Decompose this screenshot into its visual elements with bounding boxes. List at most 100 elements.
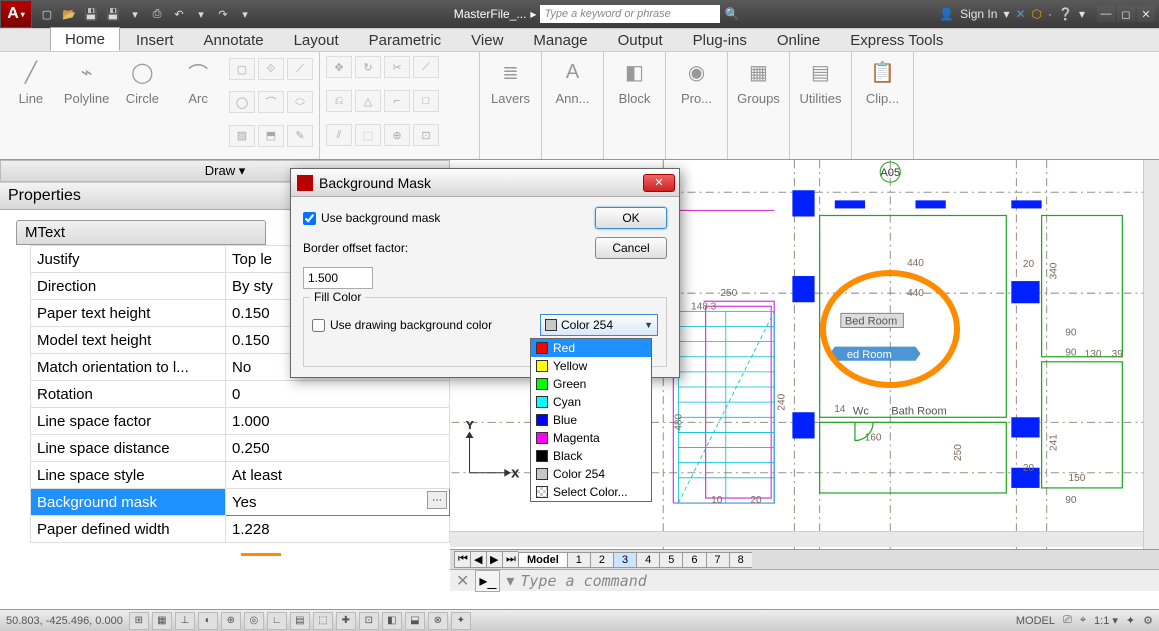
layout-first[interactable]: ⏮ [454,551,470,568]
status-scale[interactable]: 1:1 ▾ [1094,614,1118,627]
layers-button[interactable]: ≣Lavers [486,56,535,155]
sep: ▾ [126,5,144,23]
layout-tab-7[interactable]: 7 [706,552,729,568]
maximize-button[interactable]: ◻ [1117,6,1135,22]
tab-output[interactable]: Output [604,29,677,51]
close-cmd-icon[interactable]: ✕ [456,571,469,591]
color-option[interactable]: Green [531,375,651,393]
use-drawing-bg-checkbox[interactable] [312,319,325,332]
properties-panel-button[interactable]: ◉Pro... [672,56,721,155]
status-target-icon[interactable]: ⌖ [1080,614,1086,627]
color-option[interactable]: Black [531,447,651,465]
status-grid-icon[interactable]: ⎚ [1063,614,1072,627]
color-option[interactable]: Yellow [531,357,651,375]
search-icon[interactable]: 🔍 [724,7,739,21]
use-background-mask-checkbox[interactable] [303,212,316,225]
color-option[interactable]: Color 254 [531,465,651,483]
layout-next[interactable]: ▶ [486,551,502,568]
color-option[interactable]: Select Color... [531,483,651,501]
app-menu-button[interactable]: A [0,0,32,28]
fill-color-combo[interactable]: Color 254 ▼ [540,314,658,336]
color-option[interactable]: Magenta [531,429,651,447]
layout-tab-3[interactable]: 3 [613,552,636,568]
color-option[interactable]: Cyan [531,393,651,411]
color-option[interactable]: Red [531,339,651,357]
help-search-input[interactable]: Type a keyword or phrase [540,5,720,23]
svg-text:20: 20 [750,495,762,506]
tab-view[interactable]: View [457,29,517,51]
property-row[interactable]: Line space distance0.250 [31,435,450,462]
layout-tab-1[interactable]: 1 [567,552,590,568]
status-anno-icon[interactable]: ✦ [1126,614,1135,627]
polyline-button[interactable]: ⌁Polyline [62,56,112,155]
cmd-prompt-icon[interactable]: ▸_ [475,570,500,592]
utilities-button[interactable]: ▤Utilities [796,56,845,155]
tab-parametric[interactable]: Parametric [355,29,456,51]
layout-prev[interactable]: ◀ [470,551,486,568]
save-icon[interactable]: 💾 [82,5,100,23]
color-option[interactable]: Blue [531,411,651,429]
redo-drop[interactable]: ▾ [236,5,254,23]
exchange-icon[interactable]: ✕ [1015,7,1025,21]
property-row[interactable]: Background maskYes⋯ [31,489,450,516]
new-icon[interactable]: ▢ [38,5,56,23]
annotation-button[interactable]: AAnn... [548,56,597,155]
title-arrow-icon[interactable]: ▸ [530,7,536,21]
layout-tab-2[interactable]: 2 [590,552,613,568]
tab-manage[interactable]: Manage [519,29,601,51]
saveas-icon[interactable]: 💾 [104,5,122,23]
line-button[interactable]: ╱Line [6,56,56,155]
layout-tab-4[interactable]: 4 [636,552,659,568]
plot-icon[interactable]: ⎙ [148,5,166,23]
property-row[interactable]: Rotation0 [31,381,450,408]
close-button[interactable]: ✕ [1137,6,1155,22]
scrollbar-vertical[interactable] [1143,160,1159,549]
object-type-selector[interactable]: MText [16,220,266,245]
cmd-drop-icon[interactable]: ▾ [506,571,514,591]
ok-button[interactable]: OK [595,207,667,229]
user-icon[interactable]: 👤 [939,7,954,21]
status-settings-icon[interactable]: ⚙ [1143,614,1153,627]
scrollbar-horizontal[interactable] [450,531,1143,547]
autodesk360-icon[interactable]: ⬡ [1032,7,1042,21]
minimize-button[interactable]: — [1097,6,1115,22]
cancel-button[interactable]: Cancel [595,237,667,259]
layout-tab-5[interactable]: 5 [659,552,682,568]
tab-plugins[interactable]: Plug-ins [679,29,761,51]
command-input[interactable]: Type a command [520,572,1159,590]
signin-drop[interactable]: ▾ [1003,7,1009,21]
svg-text:440: 440 [907,258,924,269]
undo-drop[interactable]: ▾ [192,5,210,23]
svg-text:Y: Y [466,420,473,431]
clipboard-button[interactable]: 📋Clip... [858,56,907,155]
tab-layout[interactable]: Layout [280,29,353,51]
tab-home[interactable]: Home [50,27,120,51]
tab-annotate[interactable]: Annotate [190,29,278,51]
tab-insert[interactable]: Insert [122,29,188,51]
status-model[interactable]: MODEL [1016,615,1055,627]
tab-express[interactable]: Express Tools [836,29,957,51]
layout-tab-8[interactable]: 8 [729,552,752,568]
dialog-close-button[interactable]: ✕ [643,174,675,192]
undo-icon[interactable]: ↶ [170,5,188,23]
property-row[interactable]: Paper defined width1.228 [31,516,450,543]
layout-last[interactable]: ⏭ [502,551,518,568]
block-button[interactable]: ◧Block [610,56,659,155]
groups-button[interactable]: ▦Groups [734,56,783,155]
property-ellipsis-button[interactable]: ⋯ [427,491,447,509]
property-row[interactable]: Line space factor1.000 [31,408,450,435]
open-icon[interactable]: 📂 [60,5,78,23]
arc-button[interactable]: ⌒Arc [173,56,223,155]
signin-link[interactable]: Sign In [960,7,997,21]
layout-tab-model[interactable]: Model [518,552,567,568]
tab-online[interactable]: Online [763,29,834,51]
layout-tab-6[interactable]: 6 [682,552,705,568]
help-icon[interactable]: ❔ [1058,7,1073,21]
dialog-titlebar[interactable]: Background Mask ✕ [291,169,679,197]
circle-button[interactable]: ◯Circle [118,56,168,155]
property-row[interactable]: Line space styleAt least [31,462,450,489]
redo-icon[interactable]: ↷ [214,5,232,23]
modify-tools: ✥↻✂⟋ ⎌△⌐□ ⫽⬚⊕⊡ [326,56,439,155]
border-offset-input[interactable] [303,267,373,289]
help-drop[interactable]: ▾ [1079,7,1085,21]
